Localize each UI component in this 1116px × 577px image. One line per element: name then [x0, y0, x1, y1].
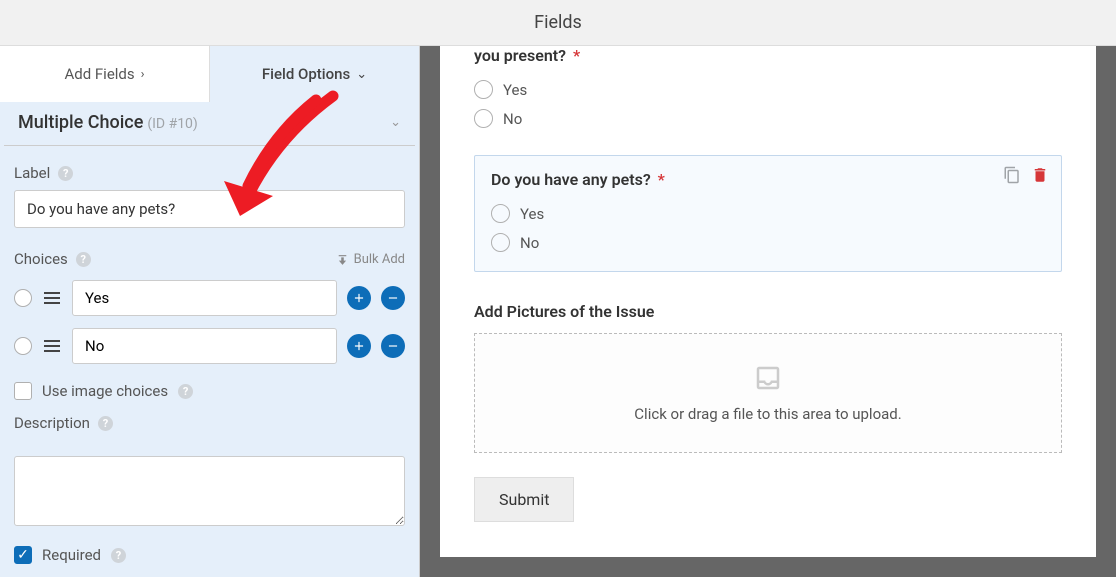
choice-input[interactable]	[72, 328, 337, 364]
submit-label: Submit	[499, 490, 549, 509]
help-icon[interactable]: ?	[58, 166, 73, 181]
help-icon[interactable]: ?	[111, 548, 126, 563]
plus-icon	[352, 339, 366, 353]
radio-icon	[491, 233, 510, 252]
plus-icon	[352, 291, 366, 305]
duplicate-icon[interactable]	[1003, 166, 1021, 184]
tab-label: Field Options	[262, 65, 350, 83]
section-title: Multiple Choice	[18, 112, 143, 133]
help-icon[interactable]: ?	[98, 416, 113, 431]
radio-icon	[474, 80, 493, 99]
remove-choice-button[interactable]	[381, 286, 405, 310]
help-icon[interactable]: ?	[76, 252, 91, 267]
choice-row	[0, 324, 419, 372]
question-title: Do you have any pets?	[491, 170, 651, 189]
required-asterisk: *	[573, 46, 580, 65]
option-label: No	[520, 234, 539, 252]
radio-option[interactable]: No	[474, 104, 1062, 133]
form-field-selected[interactable]: Do you have any pets? * Yes No	[474, 155, 1062, 272]
add-choice-button[interactable]	[347, 286, 371, 310]
preview-area: you present? * Yes No Do you have any pe…	[420, 46, 1116, 577]
description-textarea[interactable]	[14, 456, 405, 526]
bulk-add-label: Bulk Add	[354, 252, 405, 267]
choices-label: Choices	[14, 250, 68, 268]
remove-choice-button[interactable]	[381, 334, 405, 358]
radio-option[interactable]: Yes	[474, 75, 1062, 104]
bulk-add-button[interactable]: Bulk Add	[336, 252, 405, 267]
radio-option[interactable]: No	[491, 228, 1045, 257]
description-group: Description ?	[0, 410, 419, 450]
chevron-down-icon: ⌄	[356, 67, 367, 82]
default-radio[interactable]	[14, 337, 32, 355]
upload-field[interactable]: Add Pictures of the Issue Click or drag …	[474, 302, 1062, 453]
radio-icon	[474, 109, 493, 128]
add-choice-button[interactable]	[347, 334, 371, 358]
choice-row	[0, 276, 419, 324]
required-checkbox[interactable]: ✓	[14, 546, 32, 564]
page-title: Fields	[534, 12, 582, 33]
choice-input[interactable]	[72, 280, 337, 316]
option-label: Yes	[503, 81, 527, 99]
label-field-group: Label ?	[0, 160, 419, 238]
file-dropzone[interactable]: Click or drag a file to this area to upl…	[474, 333, 1062, 453]
section-header[interactable]: Multiple Choice (ID #10) ⌄	[4, 102, 415, 146]
upload-label: Add Pictures of the Issue	[474, 302, 1062, 321]
chevron-down-icon: ⌄	[390, 115, 401, 130]
submit-button[interactable]: Submit	[474, 477, 574, 522]
radio-option[interactable]: Yes	[491, 199, 1045, 228]
default-radio[interactable]	[14, 289, 32, 307]
tab-add-fields[interactable]: Add Fields ›	[0, 46, 210, 102]
image-choices-checkbox[interactable]	[14, 382, 32, 400]
inbox-icon	[750, 363, 786, 393]
label-text: Label	[14, 164, 50, 182]
required-label: Required	[42, 546, 101, 564]
option-label: Yes	[520, 205, 544, 223]
required-asterisk: *	[658, 170, 665, 189]
chevron-right-icon: ›	[141, 67, 145, 82]
minus-icon	[386, 291, 400, 305]
trash-icon[interactable]	[1031, 166, 1049, 184]
tab-label: Add Fields	[64, 65, 134, 83]
image-choices-row: Use image choices ?	[0, 372, 419, 410]
option-label: No	[503, 110, 522, 128]
section-id: (ID #10)	[147, 116, 198, 132]
minus-icon	[386, 339, 400, 353]
form-canvas[interactable]: you present? * Yes No Do you have any pe…	[440, 46, 1096, 557]
description-label: Description	[14, 414, 90, 432]
question-title: you present?	[474, 46, 566, 65]
drag-handle-icon[interactable]	[42, 292, 62, 304]
dropzone-hint: Click or drag a file to this area to upl…	[634, 405, 901, 423]
radio-icon	[491, 204, 510, 223]
image-choices-label: Use image choices	[42, 382, 168, 400]
form-field[interactable]: you present? * Yes No	[474, 46, 1062, 133]
tab-field-options[interactable]: Field Options ⌄	[210, 46, 419, 102]
download-icon	[336, 253, 349, 266]
tab-bar: Add Fields › Field Options ⌄	[0, 46, 419, 102]
drag-handle-icon[interactable]	[42, 340, 62, 352]
label-input[interactable]	[14, 190, 405, 228]
required-row: ✓ Required ?	[0, 536, 419, 574]
help-icon[interactable]: ?	[178, 384, 193, 399]
page-title-bar: Fields	[0, 0, 1116, 46]
choices-header: Choices ? Bulk Add	[0, 238, 419, 276]
sidebar: Add Fields › Field Options ⌄ Multiple Ch…	[0, 46, 420, 577]
